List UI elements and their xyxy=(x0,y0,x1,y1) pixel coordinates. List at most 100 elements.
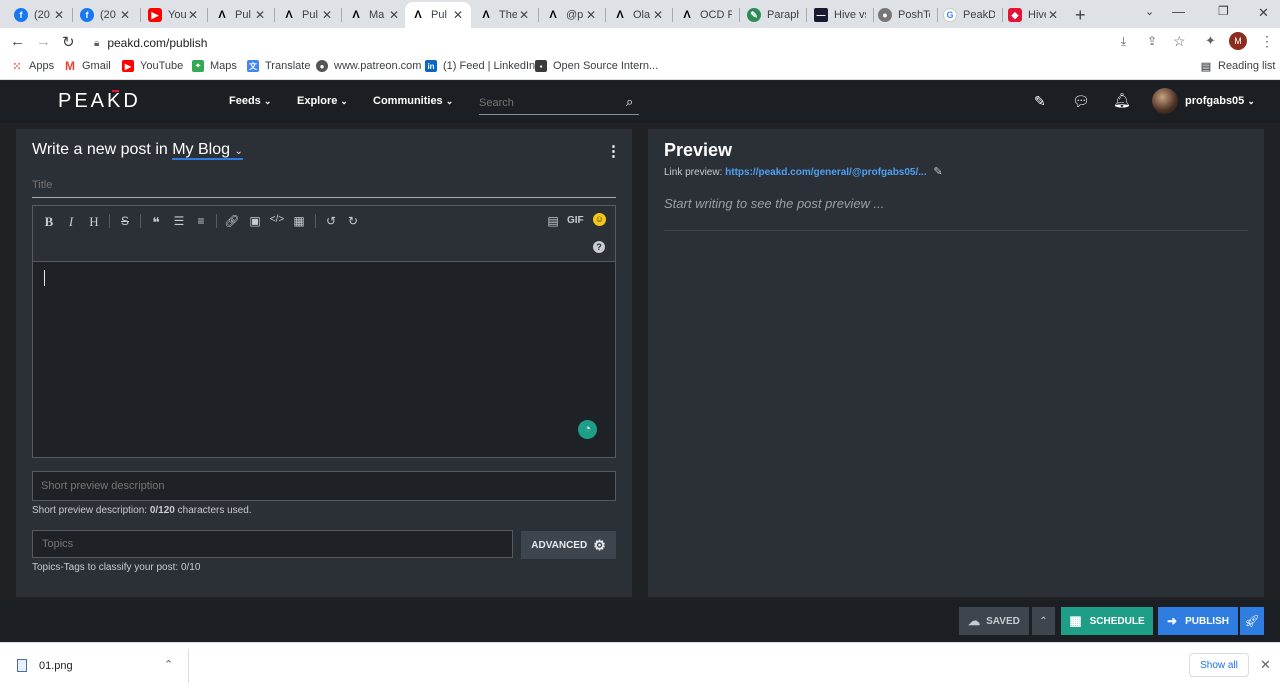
blog-selector[interactable]: My Blog ⌄ xyxy=(172,141,243,160)
close-icon[interactable]: ✕ xyxy=(584,8,598,22)
browser-tab[interactable]: G PeakD W xyxy=(937,2,1001,28)
link-icon[interactable]: 🔗︎ xyxy=(224,214,240,228)
quote-icon[interactable]: ❝ xyxy=(148,214,164,231)
chevron-up-icon[interactable]: ⌃ xyxy=(164,658,173,671)
undo-icon[interactable]: ↺ xyxy=(323,214,339,228)
browser-tab[interactable]: Λ Ma ✕ xyxy=(343,2,407,28)
search-input[interactable] xyxy=(479,91,639,115)
show-all-button[interactable]: Show all xyxy=(1189,653,1249,677)
close-icon[interactable]: ✕ xyxy=(52,8,66,22)
bookmark-youtube[interactable]: ▶ YouTube xyxy=(122,60,183,72)
help-icon[interactable]: ? xyxy=(593,241,605,253)
user-menu[interactable]: profgabs05 ⌄ xyxy=(1185,95,1255,107)
more-options-icon[interactable]: ⋮ xyxy=(606,142,621,160)
bookmark-opensource[interactable]: ▪ Open Source Intern... xyxy=(535,60,658,72)
bold-button[interactable]: B xyxy=(41,214,57,230)
bullet-list-icon[interactable]: ≡ xyxy=(193,214,209,228)
close-icon[interactable]: ✕ xyxy=(451,8,465,22)
browser-tab[interactable]: ✎ Paraphr xyxy=(741,2,805,28)
download-filename[interactable]: 01.png xyxy=(39,660,73,672)
user-avatar[interactable] xyxy=(1152,88,1178,114)
image-icon[interactable]: ▣ xyxy=(247,214,263,228)
browser-tab[interactable]: f (20 ✕ xyxy=(8,2,72,28)
minimize-icon[interactable]: — xyxy=(1172,4,1185,19)
close-download-bar-icon[interactable]: ✕ xyxy=(1260,657,1271,673)
bookmark-patreon[interactable]: ● www.patreon.com xyxy=(316,60,421,72)
forward-icon[interactable]: → xyxy=(36,33,51,50)
chat-icon[interactable]: 💬︎ xyxy=(1072,93,1090,110)
nav-explore[interactable]: Explore ⌄ xyxy=(297,95,348,107)
close-icon[interactable]: ✕ xyxy=(253,8,267,22)
notifications-bell-icon[interactable]: 🔔︎ xyxy=(1113,92,1131,109)
extensions-icon[interactable]: ✦ xyxy=(1205,33,1216,49)
reload-icon[interactable]: ↻ xyxy=(62,33,75,51)
tab-search-icon[interactable]: ⌄ xyxy=(1145,5,1154,18)
topics-input[interactable] xyxy=(32,530,513,558)
advanced-button[interactable]: ADVANCED ⚙ xyxy=(521,531,616,559)
grammar-check-icon[interactable]: ◔ xyxy=(578,420,597,439)
new-tab-icon[interactable]: + xyxy=(1075,5,1086,26)
close-icon[interactable]: ✕ xyxy=(651,8,665,22)
code-icon[interactable]: </> xyxy=(269,214,285,225)
reading-list-button[interactable]: ▤ Reading list xyxy=(1200,60,1276,73)
close-icon[interactable]: ✕ xyxy=(1046,8,1060,22)
browser-tab[interactable]: Λ Pul ✕ xyxy=(276,2,340,28)
title-input[interactable] xyxy=(32,172,616,198)
saved-button[interactable]: ☁ SAVED xyxy=(959,607,1029,635)
ordered-list-icon[interactable]: ☰ xyxy=(171,214,187,228)
address-bar[interactable]: 🔒︎ peakd.com/publish xyxy=(88,31,1200,55)
nav-communities[interactable]: Communities ⌄ xyxy=(373,95,453,107)
browser-tab[interactable]: ◆ Hive.Blo✕ xyxy=(1002,2,1066,28)
peakd-icon: Λ xyxy=(616,9,624,21)
browser-tab[interactable]: Λ Ola ✕ xyxy=(607,2,671,28)
close-icon[interactable]: ✕ xyxy=(320,8,334,22)
bookmark-maps[interactable]: ⌖ Maps xyxy=(192,60,237,72)
emoji-icon[interactable]: ☺ xyxy=(593,213,606,226)
link-preview-url[interactable]: https://peakd.com/general/@profgabs05/..… xyxy=(725,167,926,178)
window-close-icon[interactable]: ✕ xyxy=(1258,5,1269,21)
gif-button[interactable]: GIF xyxy=(567,215,584,226)
browser-tab[interactable]: — Hive vs xyxy=(808,2,872,28)
browser-menu-icon[interactable]: ⋮ xyxy=(1260,33,1274,50)
install-icon[interactable]: ⤓ xyxy=(1121,34,1126,49)
browser-tab[interactable]: f (20 ✕ xyxy=(74,2,138,28)
table-icon[interactable]: ▦ xyxy=(291,214,307,228)
browser-tab[interactable]: Λ @p ✕ xyxy=(540,2,604,28)
bookmark-linkedin[interactable]: in (1) Feed | LinkedIn xyxy=(425,60,535,72)
peakd-logo[interactable]: PEAKD xyxy=(58,90,141,113)
browser-tab[interactable]: Λ OCD PC xyxy=(674,2,738,28)
browser-tab-active[interactable]: Λ Pul ✕ xyxy=(405,2,471,28)
snippets-icon[interactable]: ▤ xyxy=(545,214,561,228)
nav-feeds[interactable]: Feeds ⌄ xyxy=(229,95,271,107)
share-icon[interactable]: ⇪ xyxy=(1147,34,1157,48)
redo-icon[interactable]: ↻ xyxy=(345,214,361,228)
edit-link-icon[interactable]: ✎ xyxy=(933,166,942,178)
bookmark-gmail[interactable]: M Gmail xyxy=(64,59,111,73)
url-text[interactable]: peakd.com/publish xyxy=(107,36,207,50)
publish-button[interactable]: ➜ PUBLISH xyxy=(1158,607,1238,635)
profile-avatar[interactable]: M xyxy=(1229,32,1247,50)
post-body-textarea[interactable] xyxy=(33,263,615,457)
browser-tab[interactable]: Λ The ✕ xyxy=(473,2,537,28)
schedule-button[interactable]: ▦ SCHEDULE xyxy=(1061,607,1153,635)
write-post-icon[interactable]: ✎ xyxy=(1034,93,1046,110)
close-icon[interactable]: ✕ xyxy=(517,8,531,22)
restore-icon[interactable]: ❐ xyxy=(1218,4,1229,18)
save-options-button[interactable]: ⌃ xyxy=(1032,607,1055,635)
browser-tab[interactable]: ▶ You ✕ xyxy=(142,2,206,28)
strikethrough-button[interactable]: S xyxy=(117,214,133,228)
close-icon[interactable]: ✕ xyxy=(118,8,132,22)
browser-tab[interactable]: ● PoshTok xyxy=(872,2,936,28)
bookmark-star-icon[interactable]: ☆ xyxy=(1173,33,1186,50)
search-icon[interactable]: ⌕ xyxy=(626,94,633,110)
italic-button[interactable]: I xyxy=(63,214,79,230)
bookmark-apps[interactable]: ⁙ Apps xyxy=(11,60,54,73)
close-icon[interactable]: ✕ xyxy=(186,8,200,22)
description-input[interactable] xyxy=(32,471,616,501)
heading-button[interactable]: H xyxy=(86,214,102,230)
browser-tab[interactable]: Λ Pul ✕ xyxy=(209,2,273,28)
close-icon[interactable]: ✕ xyxy=(387,8,401,22)
rocket-icon[interactable]: 🚀︎ xyxy=(1240,607,1264,635)
bookmark-translate[interactable]: 文 Translate xyxy=(247,60,310,72)
back-icon[interactable]: ← xyxy=(10,33,25,50)
